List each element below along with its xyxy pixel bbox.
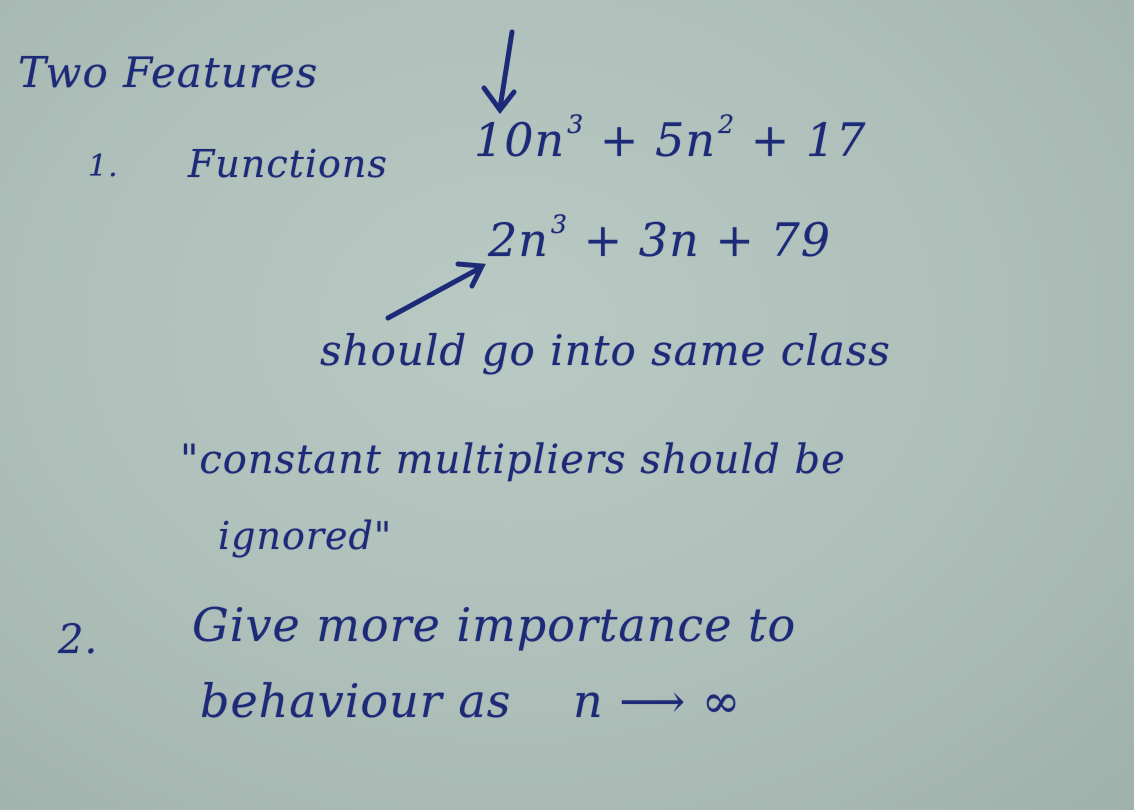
diagonal-arrow-icon [385, 261, 486, 321]
quote-line-1: "constant multipliers should be [180, 437, 846, 483]
poly2-term-a: 2n [488, 212, 549, 267]
whiteboard: Two Features 1. Functions 10n3 + 5n2 + 1… [0, 0, 1134, 810]
item2-line1: Give more importance to [192, 598, 797, 652]
item1-number: 1. [88, 149, 119, 184]
heading: Two Features [18, 48, 319, 97]
infinity-symbol: ∞ [701, 674, 742, 728]
polynomial-1: 10n3 + 5n2 + 17 [474, 112, 866, 163]
poly1-term-b: + 5n [599, 112, 716, 167]
limit-arrow-symbol: ⟶ [619, 674, 687, 728]
down-arrow-icon [481, 29, 517, 115]
item2-line2: behaviour as n ⟶ ∞ [200, 678, 741, 724]
poly2-term-b: + 3n + 79 [583, 212, 832, 267]
item1-label: Functions [188, 142, 388, 186]
polynomial-2: 2n3 + 3n + 79 [488, 212, 831, 263]
behaviour-text: behaviour as [200, 674, 512, 728]
poly2-exp-a: 3 [550, 210, 569, 239]
quote-line-2: ignored" [218, 514, 393, 558]
poly1-exp-a: 3 [567, 110, 585, 139]
limit-variable: n [573, 674, 604, 728]
poly1-exp-b: 2 [717, 110, 736, 139]
poly1-term-c: + 17 [750, 112, 867, 167]
poly1-term-a: 10n [474, 112, 566, 167]
item2-number: 2. [58, 617, 99, 663]
same-class-note: should go into same class [320, 326, 891, 375]
